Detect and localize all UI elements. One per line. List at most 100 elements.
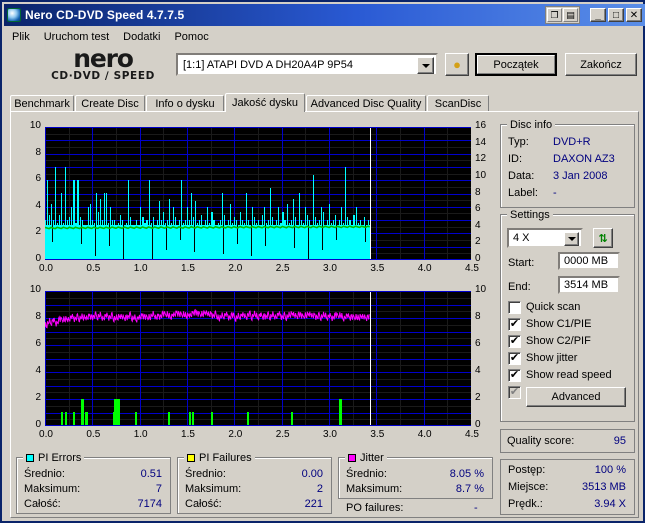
titlebar-tool-group: ❐ ▤: [545, 6, 580, 24]
jitter-stat-label: Średnio:: [346, 468, 387, 480]
logo-primary-text: nero: [73, 44, 134, 73]
checkbox-label: Show read speed: [526, 369, 612, 381]
y2-tick-label: 12: [475, 153, 487, 165]
tab-jako-dysku[interactable]: Jakość dysku: [225, 93, 305, 112]
pi-errors-legend-label: PI Errors: [38, 452, 82, 464]
drive-select[interactable]: [1:1] ATAPI DVD A DH20A4P 9P54: [176, 53, 438, 76]
disc-info-label: Data:: [508, 170, 535, 182]
y2-tick-label: 8: [475, 186, 481, 198]
x-tick-label: 4.5: [465, 263, 479, 274]
check-icon: ✔: [509, 386, 520, 398]
x-tick-label: 4.5: [465, 429, 479, 440]
tab-create-disc[interactable]: Create Disc: [75, 95, 145, 112]
jitter-stat-row: Średnio: 8.05 %: [339, 468, 492, 483]
advanced-button[interactable]: Advanced: [526, 387, 626, 407]
plot-bottom-border: [45, 425, 471, 426]
checkbox-show-c2-pif[interactable]: ✔: [508, 335, 521, 348]
checkbox-label: Show C1/PIE: [526, 318, 592, 330]
plot-top-border: [45, 127, 471, 128]
y2-tick-label: 2: [475, 392, 481, 403]
pi-failures-bar: [86, 412, 88, 426]
title-bar-controls: ❐ ▤ _ □ ✕: [545, 6, 645, 24]
po-failures-value: -: [474, 502, 478, 514]
pi-failures-stat-row: Średnio: 0.00: [178, 468, 331, 483]
pi-failures-bar: [117, 399, 120, 426]
checkbox-label: Quick scan: [526, 301, 581, 313]
x-tick-label: 3.0: [323, 263, 337, 274]
app-icon: [7, 8, 21, 22]
quality-score-value: 95: [613, 435, 626, 447]
pi-errors-legend: PI Errors: [23, 452, 85, 464]
menu-item-uruchom-test[interactable]: Uruchom test: [37, 30, 116, 44]
minimize-button[interactable]: _: [590, 8, 606, 22]
pi-errors-chart-plot: [45, 127, 471, 260]
y-tick-label: 2: [35, 226, 41, 238]
y-tick-label: 4: [35, 199, 41, 211]
x-tick-label: 2.0: [228, 263, 243, 274]
pi-failures-bar: [339, 399, 342, 426]
jitter-color-swatch: [348, 454, 356, 462]
y2-tick-label: 16: [475, 120, 487, 131]
pi-errors-stat-value: 7: [155, 483, 162, 495]
tab-benchmark[interactable]: Benchmark: [10, 95, 74, 112]
menu-bar: Plik Uruchom test Dodatki Pomoc: [5, 28, 644, 45]
refresh-button[interactable]: ⇅: [593, 228, 613, 248]
disc-info-label: ID:: [508, 153, 523, 165]
maximize-button[interactable]: □: [608, 8, 624, 22]
close-button[interactable]: ✕: [626, 8, 642, 22]
progress-value: 3513 MB: [581, 481, 626, 493]
start-button[interactable]: Początek: [475, 53, 557, 76]
end-field[interactable]: 3514 MB: [558, 276, 620, 294]
pi-failures-stat-label: Całość:: [185, 498, 222, 510]
pi-errors-stat-label: Całość:: [24, 498, 61, 510]
disc-info-value: DAXON AZ3: [553, 153, 615, 165]
title-bar: Nero CD-DVD Speed 4.7.7.5 ❐ ▤ _ □ ✕: [4, 4, 645, 26]
chevron-down-icon[interactable]: [417, 57, 434, 74]
progress-row: Prędk.: 3.94 X: [501, 498, 634, 515]
menu-item-pomoc[interactable]: Pomoc: [167, 30, 215, 44]
stop-button[interactable]: Zakończ: [565, 53, 637, 76]
menu-item-plik[interactable]: Plik: [5, 30, 37, 44]
disc-info-button[interactable]: ●: [445, 53, 469, 76]
y-tick-label: 4: [35, 365, 41, 376]
start-field[interactable]: 0000 MB: [558, 252, 620, 270]
progress-label: Prędk.:: [508, 498, 543, 510]
pi-errors-stat-value: 7174: [137, 498, 162, 510]
pi-failures-stat-value: 2: [316, 483, 323, 495]
checkbox-show-read-speed[interactable]: ✔: [508, 369, 521, 382]
pi-errors-stat-row: Maksimum: 7: [17, 483, 170, 498]
tab-scandisc[interactable]: ScanDisc: [427, 95, 489, 112]
y-tick-label: 8: [35, 311, 41, 322]
checkbox-show-jitter[interactable]: ✔: [508, 352, 521, 365]
y2-tick-label: 14: [475, 136, 487, 148]
disc-info-legend: Disc info: [507, 119, 556, 131]
check-icon: ✔: [509, 335, 520, 347]
save-icon[interactable]: ▤: [563, 8, 578, 22]
pi-failures-stats-group: PI Failures Średnio: 0.00 Maksimum: 2 Całość…: [177, 452, 332, 514]
scan-cursor: [370, 127, 371, 260]
x-tick-label: 1.0: [133, 263, 148, 274]
plot-top-border: [45, 291, 471, 292]
checkbox-show-c1-pie[interactable]: ✔: [508, 318, 521, 331]
tab-advanced-disc-quality[interactable]: Advanced Disc Quality: [306, 95, 426, 112]
copy-icon[interactable]: ❐: [547, 8, 562, 22]
disc-info-row: Data: 3 Jan 2008: [501, 170, 634, 187]
check-icon: ✔: [509, 352, 520, 364]
disc-info-row: ID: DAXON AZ3: [501, 153, 634, 170]
speed-select[interactable]: 4 X: [507, 228, 583, 248]
jitter-pif-chart-plot: [45, 291, 471, 426]
chevron-down-icon[interactable]: [564, 232, 579, 246]
pi-failures-stat-row: Maksimum: 2: [178, 483, 331, 498]
jitter-stat-row: Maksimum: 8.7 %: [339, 483, 492, 498]
quality-score-panel: Quality score: 95: [500, 429, 635, 453]
pi-failures-stat-label: Maksimum:: [185, 483, 242, 495]
start-field-label: Start:: [508, 257, 535, 269]
menu-item-dodatki[interactable]: Dodatki: [116, 30, 167, 44]
pi-errors-chart: 0 2 4 6 8 10 0 2 4 6 8 10 12 14 16 0.0 0.5 1.0 1.5 2.0 2.5 3.…: [16, 120, 494, 280]
y-tick-label: 2: [35, 392, 41, 403]
jitter-legend-label: Jitter: [360, 452, 384, 464]
tab-info-o-dysku[interactable]: Info o dysku: [146, 95, 224, 112]
progress-value: 3.94 X: [594, 498, 626, 510]
y2-tick-label: 2: [475, 236, 481, 248]
checkbox-quick-scan[interactable]: [508, 301, 521, 314]
